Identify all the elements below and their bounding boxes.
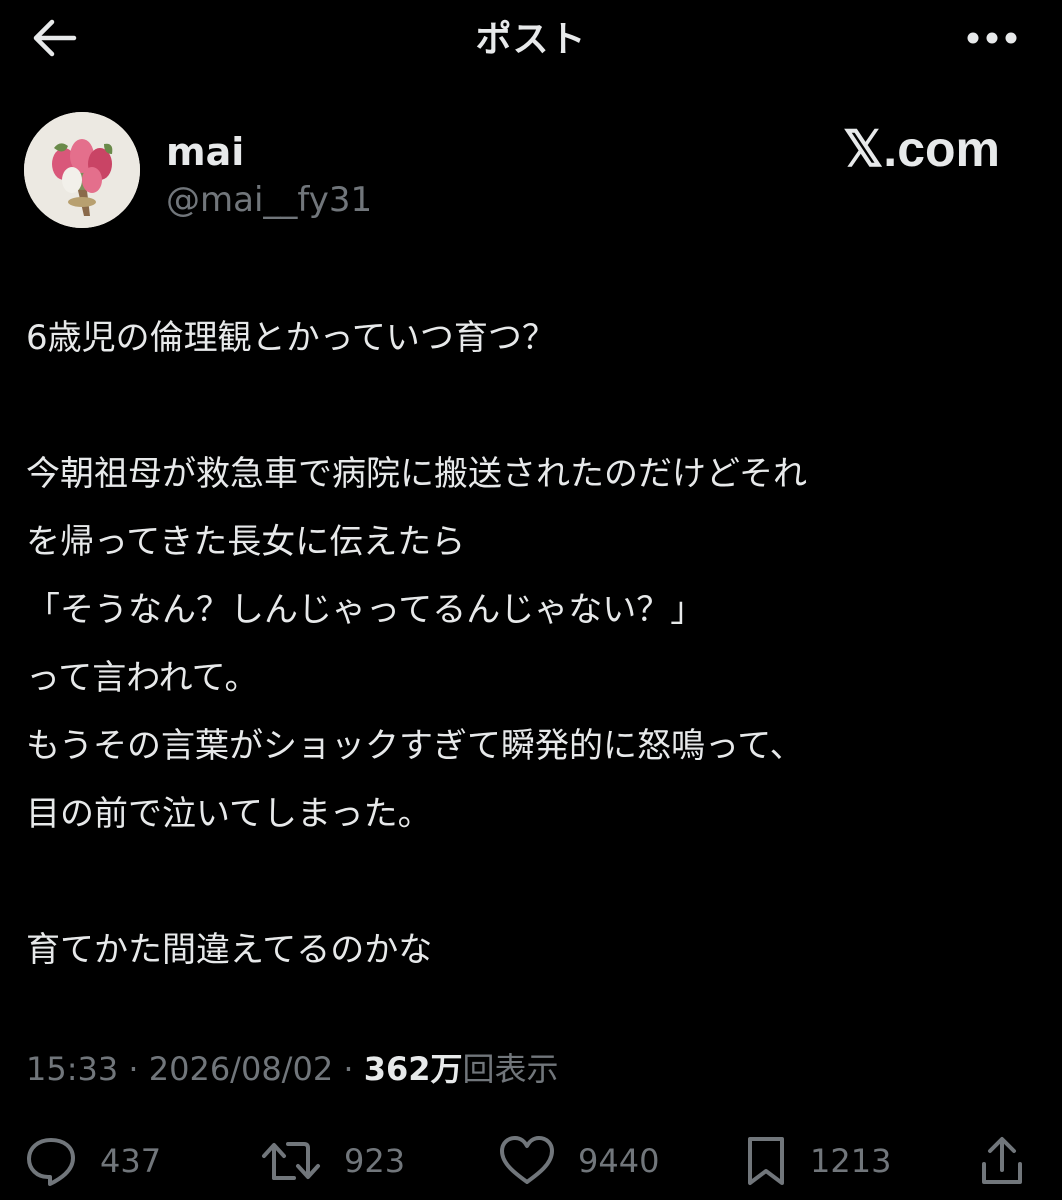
page-title: ポスト [475,19,587,60]
post-text-line: 目の前で泣いてしまった。 [26,794,432,834]
reply-icon [24,1134,78,1188]
bookmark-icon [744,1134,788,1188]
share-button[interactable] [978,1126,1026,1196]
post-text: 6歳児の倫理観とかっていつ育つ？ 今朝祖母が救急車で病院に搬送されたのだけどそれ… [26,304,1036,984]
post-text-line: 「そうなん？しんじゃってるんじゃない？」 [26,590,705,630]
x-com-watermark: 𝕏.com [843,121,1000,177]
share-icon [978,1134,1026,1188]
post-date[interactable]: 2026/08/02 [149,1050,333,1088]
post-time[interactable]: 15:33 [26,1050,118,1088]
post-text-blank-line [26,848,1036,916]
more-horizontal-icon [966,31,1018,45]
post-text-line: を帰ってきた長女に伝えたら [26,522,466,562]
like-count: 9440 [578,1142,660,1180]
meta-separator: · [118,1050,149,1088]
action-bar: 437 923 9440 1213 [0,1126,1062,1196]
reply-button[interactable]: 437 [24,1126,161,1196]
repost-icon [260,1134,322,1188]
more-options-button[interactable] [962,18,1022,58]
repost-count: 923 [344,1142,406,1180]
flower-bouquet-avatar [24,112,140,228]
like-button[interactable]: 9440 [498,1126,659,1196]
post-text-line: って言われて。 [26,658,259,698]
bookmark-button[interactable]: 1213 [744,1126,891,1196]
heart-icon [498,1134,556,1188]
post-text-line: 今朝祖母が救急車で病院に搬送されたのだけどそれ [26,454,807,494]
avatar[interactable] [24,112,140,228]
post-metadata: 15:33 · 2026/08/02 · 362万回表示 [26,1044,559,1090]
post-text-blank-line [26,372,1036,440]
user-handle[interactable]: @mai__fy31 [166,180,372,220]
meta-separator: · [333,1050,364,1088]
bookmark-count: 1213 [810,1142,892,1180]
post-text-line: もうその言葉がショックすぎて瞬発的に怒鳴って、 [26,726,804,766]
views-label: 回表示 [462,1050,559,1088]
views-count: 362万 [363,1050,463,1088]
top-bar: ポスト [0,0,1062,72]
repost-button[interactable]: 923 [260,1126,405,1196]
post-text-line: 6歳児の倫理観とかっていつ育つ？ [26,318,556,358]
display-name[interactable]: mai [166,130,244,174]
post-text-line: 育てかた間違えてるのかな [26,930,433,970]
reply-count: 437 [100,1142,162,1180]
